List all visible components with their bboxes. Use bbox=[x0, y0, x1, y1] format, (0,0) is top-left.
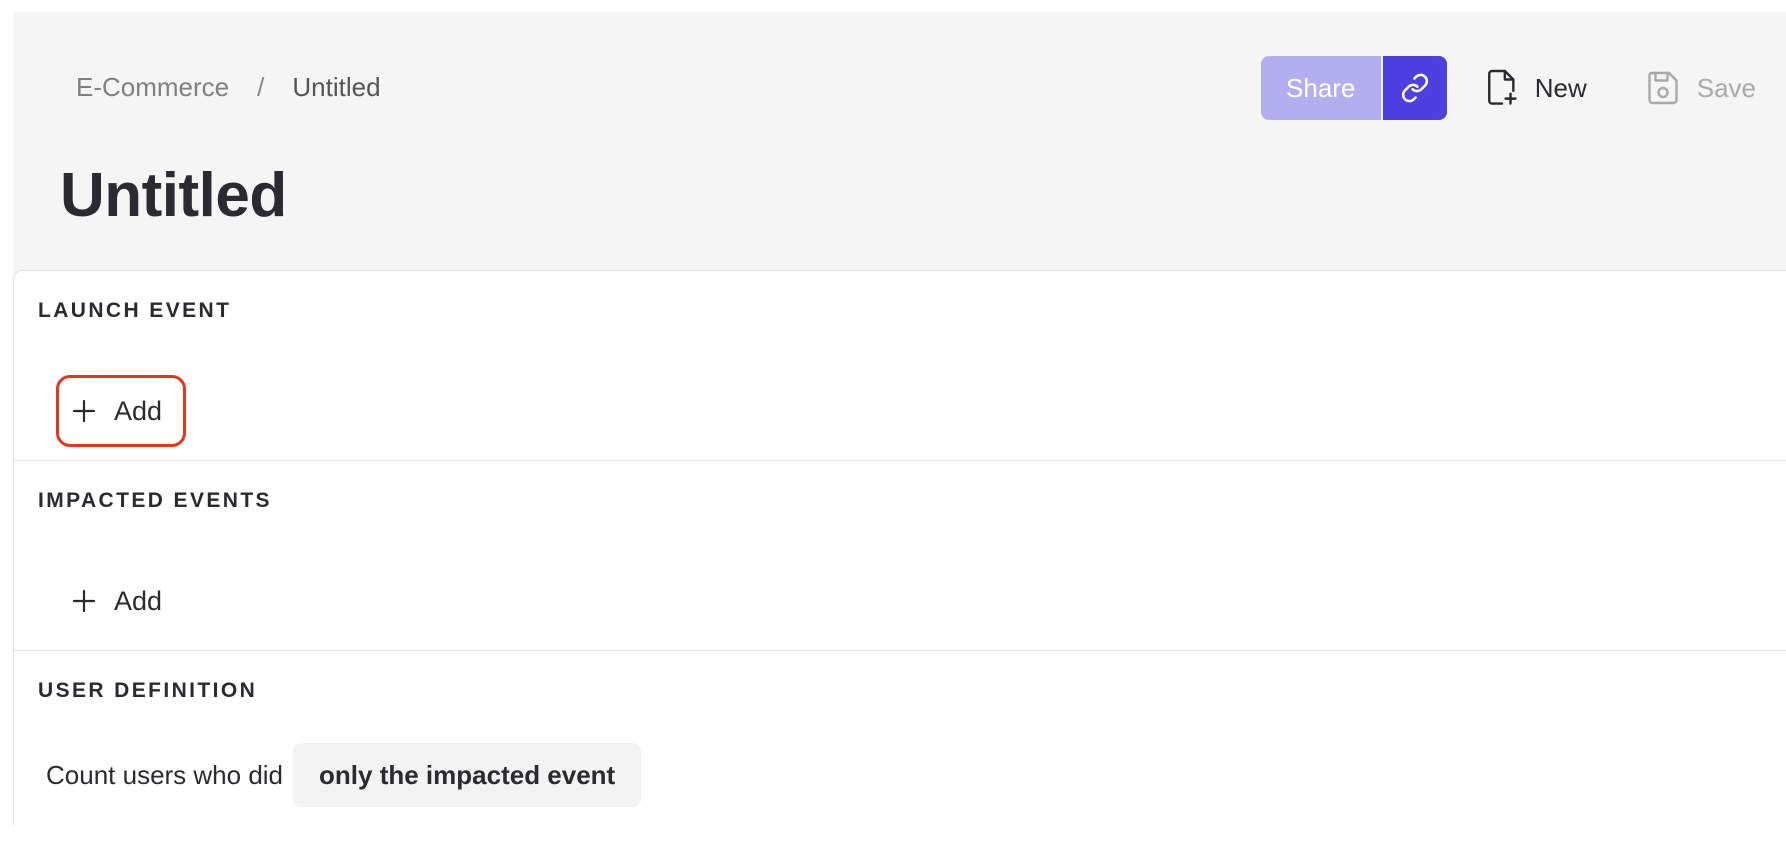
save-button[interactable]: Save bbox=[1645, 56, 1756, 120]
toolbar: Share New Save bbox=[1260, 56, 1786, 120]
share-button[interactable]: Share bbox=[1260, 56, 1381, 120]
impacted-events-heading: IMPACTED EVENTS bbox=[38, 489, 272, 512]
add-impacted-event-button[interactable]: Add bbox=[56, 565, 186, 637]
new-button[interactable]: New bbox=[1485, 56, 1587, 120]
report-builder-panel: LAUNCH EVENT Add IMPACTED EVENTS Add USE… bbox=[13, 270, 1786, 826]
file-plus-icon bbox=[1487, 69, 1517, 105]
share-group: Share bbox=[1260, 56, 1447, 120]
impacted-events-section: IMPACTED EVENTS Add bbox=[14, 461, 1786, 651]
app-window: E-Commerce / Untitled Untitled Share New… bbox=[13, 12, 1786, 826]
link-icon bbox=[1401, 73, 1428, 103]
breadcrumb: E-Commerce / Untitled bbox=[76, 72, 381, 103]
breadcrumb-current[interactable]: Untitled bbox=[292, 72, 380, 103]
user-definition-section: USER DEFINITION Count users who did only… bbox=[14, 651, 1786, 851]
user-definition-dropdown[interactable]: only the impacted event bbox=[293, 743, 642, 807]
add-label: Add bbox=[114, 585, 163, 616]
page-header: E-Commerce / Untitled Untitled Share New… bbox=[13, 12, 1786, 270]
breadcrumb-parent-link[interactable]: E-Commerce bbox=[76, 72, 229, 103]
save-button-label: Save bbox=[1696, 72, 1756, 103]
add-launch-event-button[interactable]: Add bbox=[56, 375, 186, 447]
breadcrumb-separator: / bbox=[257, 72, 265, 102]
new-button-label: New bbox=[1534, 72, 1587, 103]
user-definition-prefix: Count users who did bbox=[46, 759, 284, 790]
plus-icon bbox=[72, 399, 96, 423]
plus-icon bbox=[72, 589, 96, 613]
user-definition-row: Count users who did only the impacted ev… bbox=[46, 743, 642, 807]
page-title[interactable]: Untitled bbox=[60, 160, 287, 231]
user-definition-heading: USER DEFINITION bbox=[38, 679, 258, 702]
copy-link-button[interactable] bbox=[1382, 56, 1447, 120]
save-icon bbox=[1648, 71, 1678, 105]
add-label: Add bbox=[114, 395, 163, 426]
launch-event-heading: LAUNCH EVENT bbox=[38, 299, 232, 322]
launch-event-section: LAUNCH EVENT Add bbox=[14, 271, 1786, 461]
